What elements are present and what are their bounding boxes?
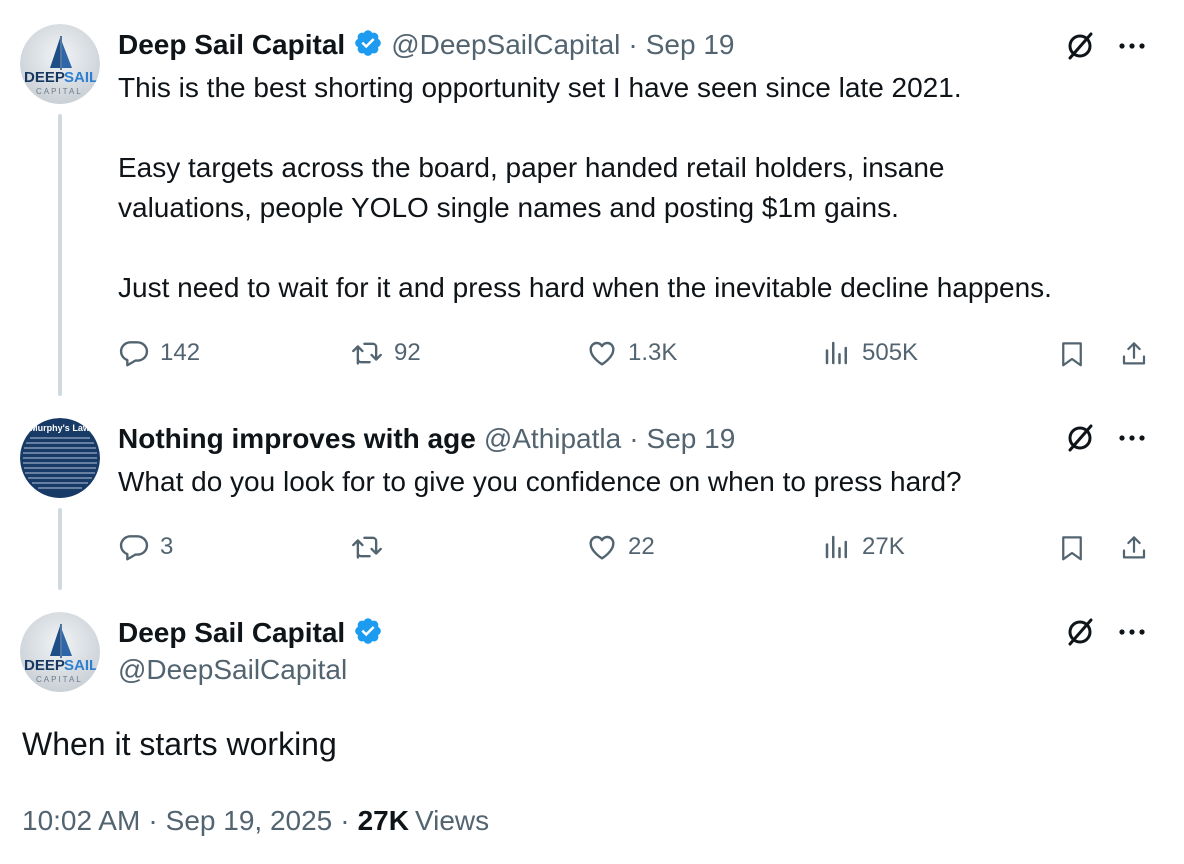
reply-count: 142 — [160, 339, 201, 366]
views-button[interactable]: 505K — [822, 336, 918, 370]
like-button[interactable]: 1.3K — [586, 336, 677, 370]
tweet-paragraph: What do you look for to give you confide… — [118, 466, 962, 497]
views-button[interactable]: 27K — [822, 530, 905, 564]
views-label: Views — [414, 805, 490, 836]
tweet-header: Nothing improves with age @Athipatla · S… — [118, 420, 735, 458]
thread-line — [58, 508, 62, 590]
logo-text-capital: CAPITAL — [36, 87, 83, 96]
repost-button[interactable]: 92 — [350, 336, 421, 370]
like-icon — [586, 531, 618, 563]
tweet-date[interactable]: Sep 19 — [647, 423, 736, 455]
author-name[interactable]: Deep Sail Capital — [118, 29, 345, 61]
author-handle[interactable]: @DeepSailCapital — [118, 654, 347, 686]
tweet-date[interactable]: Sep 19 — [646, 29, 735, 61]
reply-count: 3 — [160, 533, 174, 560]
more-icon[interactable] — [1114, 614, 1150, 650]
tweet-full-date[interactable]: Sep 19, 2025 — [166, 802, 333, 840]
views-summary[interactable]: 27K Views — [358, 802, 490, 840]
author-name[interactable]: Nothing improves with age — [118, 423, 476, 455]
separator: · — [629, 423, 639, 454]
grok-icon[interactable] — [1062, 614, 1098, 650]
like-count: 22 — [628, 533, 655, 560]
logo-text-deep: DEEP — [24, 69, 65, 86]
tweet-paragraph: This is the best shorting opportunity se… — [118, 72, 962, 103]
deep-sail-logo: DEEP SAIL CAPITAL — [20, 24, 100, 104]
avatar[interactable]: Murphy's Law — [20, 418, 100, 498]
views-count: 27K — [862, 533, 905, 560]
logo-text-sail: SAIL — [64, 69, 98, 86]
thread-line — [58, 114, 62, 396]
tweet-text: This is the best shorting opportunity se… — [118, 68, 1052, 308]
views-icon — [822, 337, 852, 369]
views-total: 27K — [357, 805, 409, 836]
views-count: 505K — [862, 339, 919, 366]
share-icon[interactable] — [1116, 530, 1152, 566]
author-name[interactable]: Deep Sail Capital — [118, 617, 345, 649]
separator: · — [148, 805, 158, 836]
separator: · — [340, 805, 350, 836]
like-count: 1.3K — [628, 339, 678, 366]
avatar[interactable]: DEEP SAIL CAPITAL — [20, 612, 100, 692]
separator: · — [628, 29, 638, 60]
tweet-meta: 10:02 AM · Sep 19, 2025 · 27K Views — [22, 802, 489, 840]
author-handle[interactable]: @Athipatla — [484, 423, 621, 455]
avatar-title: Murphy's Law — [30, 423, 91, 433]
reply-icon — [118, 531, 150, 563]
tweet-header: Deep Sail Capital @DeepSailCapital · Sep… — [118, 26, 734, 64]
author-handle[interactable]: @DeepSailCapital — [391, 29, 620, 61]
more-icon[interactable] — [1114, 28, 1150, 64]
bookmark-icon[interactable] — [1054, 530, 1090, 566]
deep-sail-logo: DEEP SAIL CAPITAL — [20, 612, 100, 692]
logo-text-deep: DEEP — [24, 657, 65, 674]
repost-count: 92 — [394, 339, 421, 366]
murphys-law-avatar: Murphy's Law — [20, 418, 100, 498]
tweet-paragraph: Easy targets across the board, paper han… — [118, 152, 945, 183]
verified-badge-icon — [353, 616, 383, 651]
bookmark-icon[interactable] — [1054, 336, 1090, 372]
like-button[interactable]: 22 — [586, 530, 655, 564]
tweet-text: What do you look for to give you confide… — [118, 462, 962, 502]
repost-icon — [350, 531, 384, 563]
reply-button[interactable]: 3 — [118, 530, 173, 564]
tweet-paragraph: Just need to wait for it and press hard … — [118, 272, 1052, 303]
more-icon[interactable] — [1114, 420, 1150, 456]
share-icon[interactable] — [1116, 336, 1152, 372]
avatar[interactable]: DEEP SAIL CAPITAL — [20, 24, 100, 104]
repost-button[interactable] — [350, 530, 394, 564]
tweet-paragraph: valuations, people YOLO single names and… — [118, 192, 899, 223]
like-icon — [586, 337, 618, 369]
tweet-time[interactable]: 10:02 AM — [22, 802, 140, 840]
main-tweet-header: Deep Sail Capital — [118, 614, 383, 652]
grok-icon[interactable] — [1062, 28, 1098, 64]
verified-badge-icon — [353, 28, 383, 63]
grok-icon[interactable] — [1062, 420, 1098, 456]
logo-text-capital: CAPITAL — [36, 675, 83, 684]
logo-text-sail: SAIL — [64, 657, 98, 674]
views-icon — [822, 531, 852, 563]
main-tweet-text: When it starts working — [22, 726, 337, 762]
reply-button[interactable]: 142 — [118, 336, 200, 370]
repost-icon — [350, 337, 384, 369]
reply-icon — [118, 337, 150, 369]
